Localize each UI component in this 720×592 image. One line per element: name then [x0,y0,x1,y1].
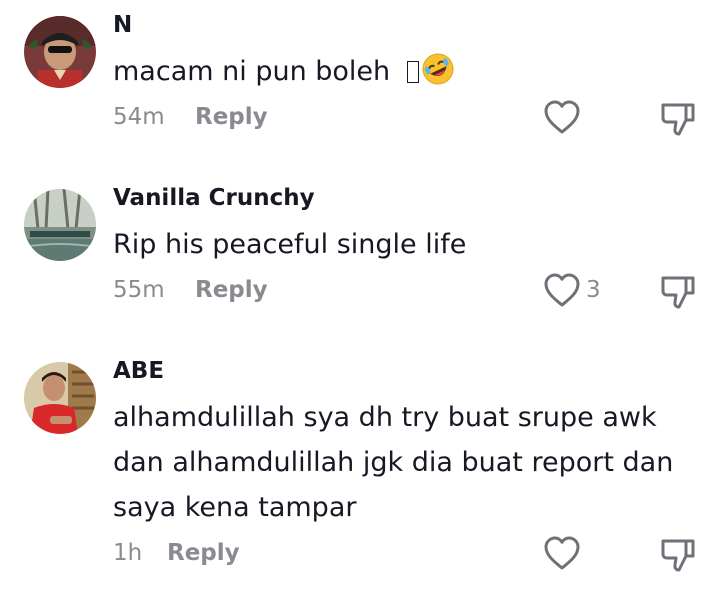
like-button[interactable] [542,98,582,136]
comment-text: alhamdulillah sya dh try buat srupe awk … [113,402,674,523]
reply-button[interactable]: Reply [195,277,268,303]
rolling-on-floor-laughing-emoji-icon [421,52,455,100]
reply-button[interactable]: Reply [167,540,240,566]
thumbs-down-outline-icon [661,539,695,572]
avatar-image [24,362,96,434]
comment-username[interactable]: N [113,12,132,38]
avatar[interactable] [24,16,96,88]
dislike-button[interactable] [658,271,698,311]
thumbs-down-outline-icon [661,103,695,136]
avatar-image [24,189,96,261]
comment-timestamp: 54m [113,104,165,130]
heart-outline-icon [544,100,580,134]
comment-text: macam ni pun boleh [113,49,703,100]
avatar-image [24,16,96,88]
comment-text-content: macam ni pun boleh [113,56,399,87]
comment-username[interactable]: ABE [113,358,164,384]
missing-glyph-icon [406,61,419,83]
comment-username[interactable]: Vanilla Crunchy [113,185,315,211]
like-button[interactable] [542,271,582,309]
avatar[interactable] [24,362,96,434]
dislike-button[interactable] [658,534,698,574]
comment-timestamp: 1h [113,540,143,566]
thumbs-down-outline-icon [661,276,695,309]
comment-text: Rip his peaceful single life [113,229,467,260]
comment-timestamp: 55m [113,277,165,303]
heart-outline-icon [544,536,580,570]
like-button[interactable] [542,534,582,572]
like-count: 3 [586,277,601,303]
heart-outline-icon [544,273,580,307]
dislike-button[interactable] [658,98,698,138]
reply-button[interactable]: Reply [195,104,268,130]
avatar[interactable] [24,189,96,261]
